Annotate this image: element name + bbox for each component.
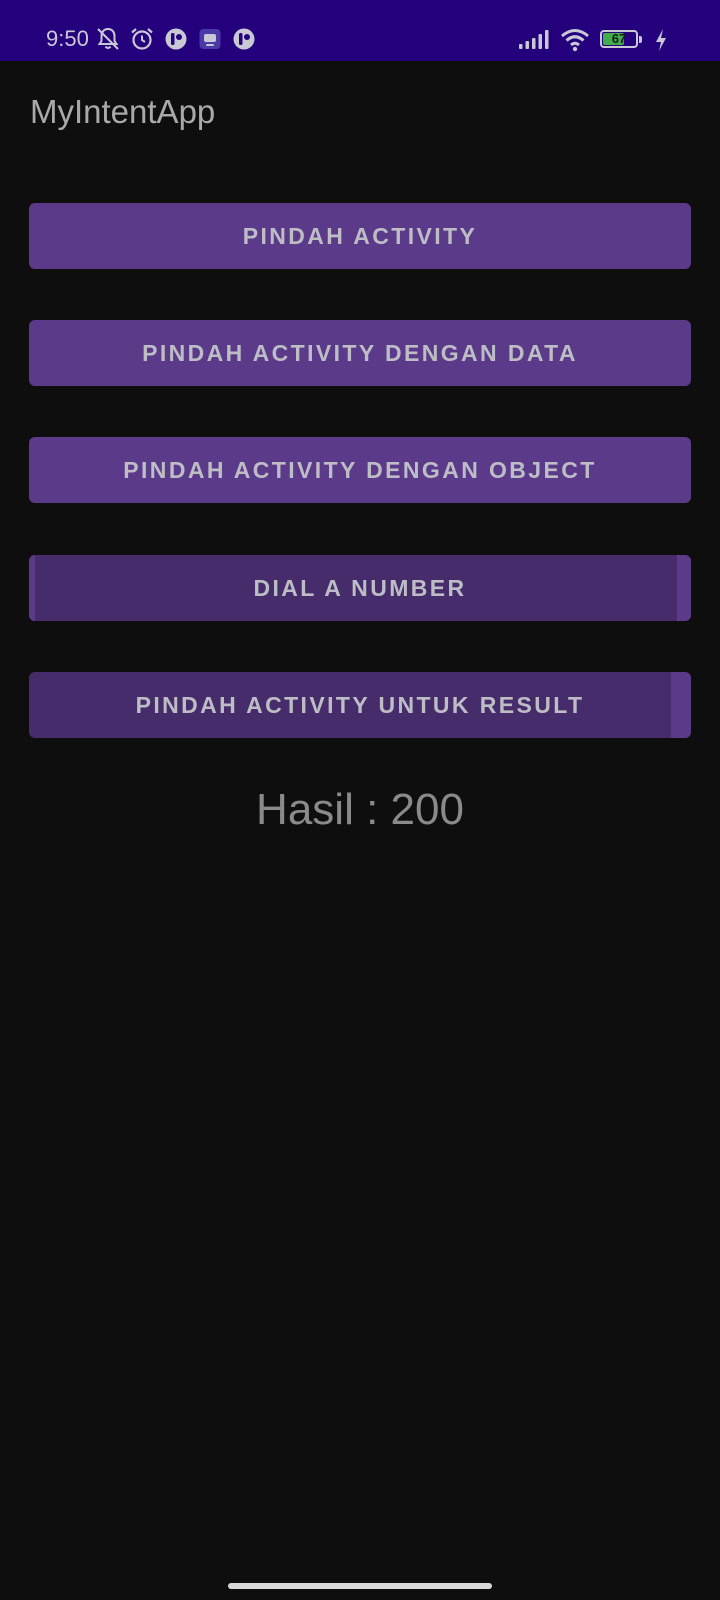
pindah-activity-untuk-result-label: PINDAH ACTIVITY UNTUK RESULT	[135, 692, 585, 718]
battery-tip	[639, 36, 642, 43]
pindah-activity-dengan-data-button[interactable]: PINDAH ACTIVITY DENGAN DATA	[29, 320, 691, 386]
app-notification-icon	[165, 28, 187, 50]
wifi-icon	[561, 29, 589, 52]
signal-icon	[519, 30, 549, 49]
tv-app-icon	[199, 29, 221, 49]
app-title: MyIntentApp	[30, 93, 216, 130]
status-system-icons: 67	[518, 26, 668, 54]
status-notification-icons	[95, 24, 257, 54]
bell-off-icon	[97, 27, 119, 50]
status-time: 9:50	[46, 26, 89, 51]
button-ripple-edge	[677, 555, 691, 621]
pindah-activity-dengan-object-button[interactable]: PINDAH ACTIVITY DENGAN OBJECT	[29, 437, 691, 503]
app-notification-icon	[233, 28, 255, 50]
alarm-icon	[131, 28, 153, 50]
pindah-activity-button[interactable]: PINDAH ACTIVITY	[29, 203, 691, 269]
button-ripple-edge	[671, 672, 691, 738]
result-text: Hasil : 200	[256, 785, 464, 834]
button-ripple-edge	[29, 555, 35, 621]
status-bar: 9:50 67	[0, 0, 720, 61]
charging-bolt-icon	[656, 29, 666, 51]
home-gesture-handle[interactable]	[228, 1583, 492, 1589]
battery-level: 67	[611, 31, 627, 46]
dial-a-number-label: DIAL A NUMBER	[253, 575, 467, 601]
dial-a-number-button[interactable]: DIAL A NUMBER	[29, 555, 691, 621]
battery-icon: 67	[600, 30, 644, 50]
pindah-activity-untuk-result-button[interactable]: PINDAH ACTIVITY UNTUK RESULT	[29, 672, 691, 738]
